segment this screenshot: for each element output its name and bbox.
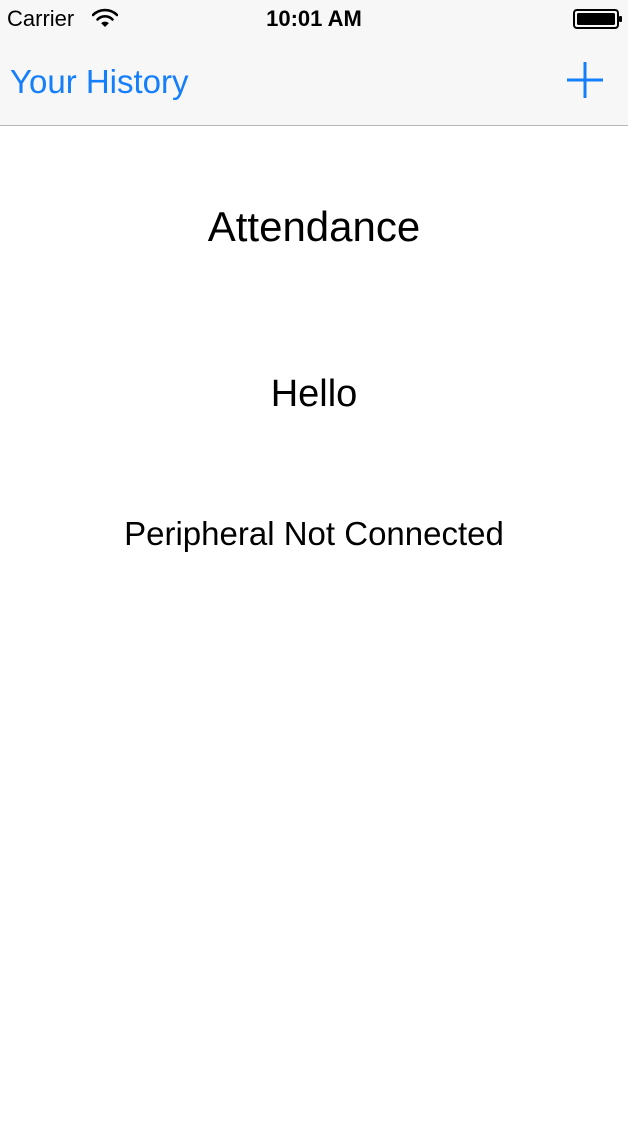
battery-icon [573, 9, 623, 29]
greeting-label: Hello [270, 373, 358, 415]
status-time: 10:01 AM [266, 6, 362, 31]
status-bar: Carrier 10:01 AM [0, 0, 628, 40]
add-button[interactable] [563, 58, 607, 102]
top-bar: Carrier 10:01 AM Your History [0, 0, 628, 126]
app-screen: Carrier 10:01 AM Your History Attendance… [0, 0, 628, 1124]
peripheral-status-label: Peripheral Not Connected [124, 515, 504, 552]
plus-icon [567, 62, 603, 98]
your-history-button[interactable]: Your History [10, 62, 189, 102]
page-title: Attendance [207, 203, 421, 250]
navigation-bar: Your History [0, 40, 628, 126]
